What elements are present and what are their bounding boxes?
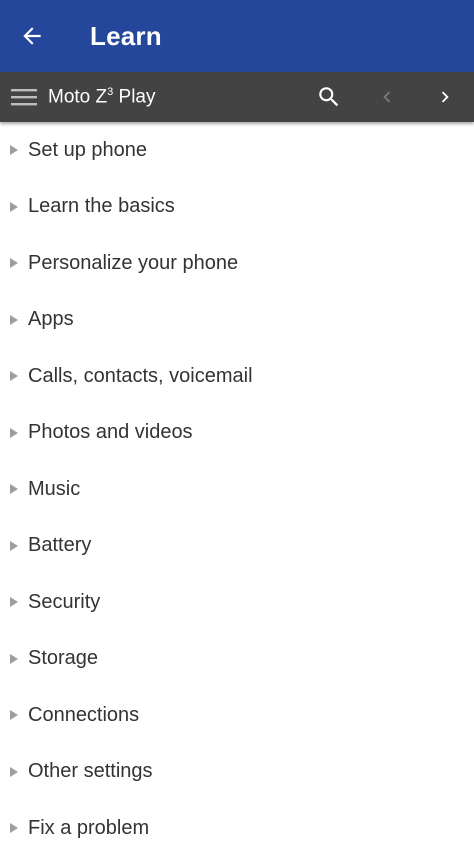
search-button[interactable] xyxy=(300,72,358,122)
menu-button[interactable] xyxy=(0,72,48,122)
triangle-right-icon xyxy=(0,710,28,721)
app-bar: Learn xyxy=(0,0,474,72)
list-item[interactable]: Apps xyxy=(0,292,474,349)
list-item[interactable]: Personalize your phone xyxy=(0,235,474,292)
triangle-right-icon xyxy=(0,766,28,777)
device-name: Moto Z xyxy=(48,86,108,108)
triangle-right-icon xyxy=(0,653,28,664)
list-item-label: Calls, contacts, voicemail xyxy=(28,364,253,387)
list-item[interactable]: Set up phone xyxy=(0,122,474,179)
list-item[interactable]: Connections xyxy=(0,687,474,744)
list-item-label: Apps xyxy=(28,308,74,331)
topic-list: Set up phone Learn the basics Personaliz… xyxy=(0,122,474,857)
list-item[interactable]: Other settings xyxy=(0,744,474,801)
list-item[interactable]: Fix a problem xyxy=(0,800,474,857)
list-item[interactable]: Photos and videos xyxy=(0,405,474,462)
triangle-right-icon xyxy=(0,314,28,325)
list-item-label: Set up phone xyxy=(28,138,147,161)
arrow-left-icon xyxy=(23,27,41,45)
list-item-label: Storage xyxy=(28,647,99,670)
device-title: Moto Z3 Play xyxy=(48,86,300,108)
triangle-right-icon xyxy=(0,540,28,551)
list-item[interactable]: Security xyxy=(0,574,474,631)
next-button[interactable] xyxy=(416,72,474,122)
triangle-right-icon xyxy=(0,371,28,382)
list-item-label: Photos and videos xyxy=(28,421,193,444)
triangle-right-icon xyxy=(0,597,28,608)
hamburger-menu-icon xyxy=(11,89,37,106)
triangle-right-icon xyxy=(0,201,28,212)
toolbar: Moto Z3 Play xyxy=(0,72,474,122)
triangle-right-icon xyxy=(0,145,28,156)
list-item-label: Connections xyxy=(28,703,140,726)
list-item-label: Music xyxy=(28,477,81,500)
triangle-right-icon xyxy=(0,427,28,438)
triangle-right-icon xyxy=(0,258,28,269)
list-item[interactable]: Battery xyxy=(0,518,474,575)
list-item-label: Other settings xyxy=(28,760,153,783)
back-button[interactable] xyxy=(0,0,64,72)
list-item-label: Learn the basics xyxy=(28,195,175,218)
list-item[interactable]: Learn the basics xyxy=(0,179,474,236)
device-suffix: Play xyxy=(113,86,156,108)
list-item[interactable]: Storage xyxy=(0,631,474,688)
list-item[interactable]: Calls, contacts, voicemail xyxy=(0,348,474,405)
search-icon xyxy=(319,87,339,107)
list-item-label: Battery xyxy=(28,534,92,557)
list-item-label: Personalize your phone xyxy=(28,251,239,274)
list-item-label: Fix a problem xyxy=(28,816,150,839)
chevron-right-icon xyxy=(441,91,449,103)
triangle-right-icon xyxy=(0,484,28,495)
list-item[interactable]: Music xyxy=(0,461,474,518)
chevron-left-icon xyxy=(383,91,391,103)
previous-button[interactable] xyxy=(358,72,416,122)
list-item-label: Security xyxy=(28,590,101,613)
triangle-right-icon xyxy=(0,823,28,834)
page-title: Learn xyxy=(90,20,162,51)
